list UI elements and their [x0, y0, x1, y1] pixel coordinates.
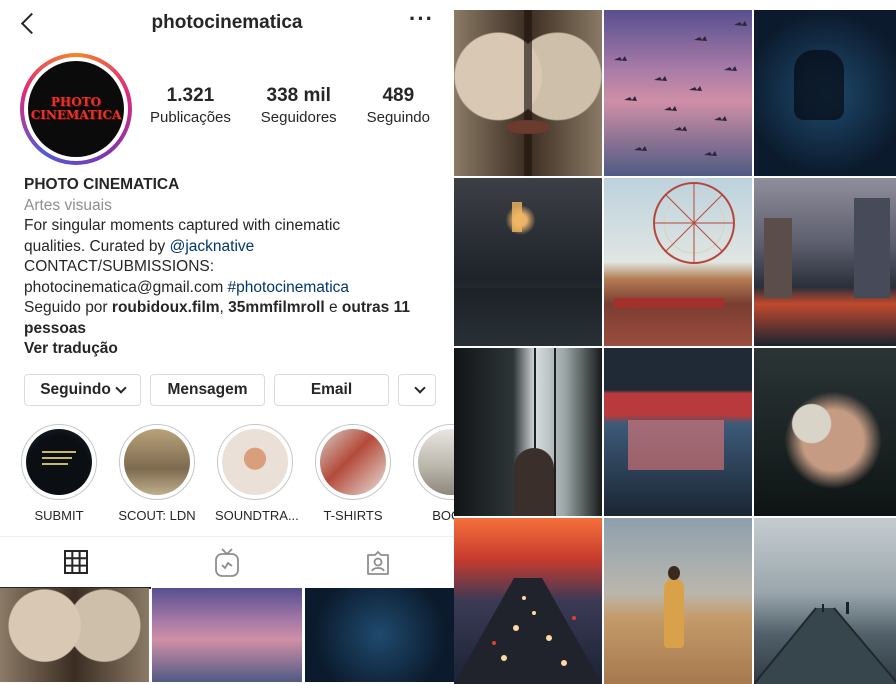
post-thumbnail[interactable] — [454, 348, 602, 516]
stat-followers[interactable]: 338 mil Seguidores — [261, 85, 337, 126]
more-options-icon[interactable]: ··· — [409, 6, 434, 32]
chevron-down-icon — [414, 382, 426, 394]
tagged-icon — [366, 551, 389, 575]
profile-tabs — [0, 536, 454, 589]
highlight-scout-ldn[interactable]: SCOUT: LDN — [117, 424, 197, 523]
post-thumbnail[interactable] — [0, 588, 150, 682]
highlight-cover — [222, 429, 288, 495]
post-thumbnail[interactable] — [304, 588, 454, 682]
mention-link[interactable]: @jacknative — [170, 238, 255, 255]
profile-posts-preview — [0, 588, 454, 682]
stat-posts-label: Publicações — [150, 109, 231, 126]
post-thumbnail[interactable] — [754, 10, 896, 176]
top-bar: photocinematica ··· — [0, 0, 454, 48]
stat-posts[interactable]: 1.321 Publicações — [150, 85, 231, 126]
post-thumbnail[interactable] — [754, 518, 896, 684]
stat-posts-value: 1.321 — [166, 85, 215, 106]
post-thumbnail[interactable] — [604, 178, 752, 346]
avatar: PHOTO CINEMATICA — [28, 61, 124, 157]
grid-icon — [63, 550, 88, 574]
followed-by[interactable]: Seguido por roubidoux.film, 35mmfilmroll… — [24, 298, 444, 339]
post-thumbnail[interactable] — [152, 588, 302, 682]
profile-username: photocinematica — [151, 12, 303, 33]
profile-stats: 1.321 Publicações 338 mil Seguidores 489… — [150, 85, 430, 126]
highlight-label: SCOUT: LDN — [118, 508, 196, 523]
highlight-label: SOUNDTRA... — [215, 508, 299, 523]
highlight-soundtrack[interactable]: SOUNDTRA... — [215, 424, 299, 523]
post-thumbnail[interactable] — [454, 178, 602, 346]
birds-graphic — [614, 21, 747, 156]
tab-posts-grid[interactable] — [0, 537, 151, 589]
highlight-label: T-SHIRTS — [323, 508, 383, 523]
stat-following[interactable]: 489 Seguindo — [367, 85, 430, 126]
profile-category: Artes visuais — [24, 196, 112, 214]
avatar-story-ring[interactable]: PHOTO CINEMATICA — [20, 53, 132, 165]
post-thumbnail[interactable] — [454, 518, 602, 684]
profile-bio: PHOTO CINEMATICA Artes visuais For singu… — [24, 175, 444, 360]
bio-line: qualities. Curated by @jacknative — [24, 237, 255, 255]
posts-grid — [454, 10, 896, 684]
tab-igtv[interactable] — [151, 537, 302, 589]
post-thumbnail[interactable] — [604, 10, 752, 176]
chevron-down-icon — [115, 382, 127, 394]
suggested-accounts-button[interactable] — [398, 374, 436, 406]
bio-line: photocinematica@gmail.com #photocinemati… — [24, 278, 444, 299]
highlight-cover — [320, 429, 386, 495]
message-button[interactable]: Mensagem — [150, 374, 265, 406]
profile-action-buttons: Seguindo Mensagem Email — [24, 374, 436, 406]
story-highlights: SUBMIT SCOUT: LDN SOUNDTRA... T-SHIRTS B… — [0, 424, 454, 524]
post-thumbnail[interactable] — [604, 348, 752, 516]
stat-followers-value: 338 mil — [266, 85, 331, 106]
following-button[interactable]: Seguindo — [24, 374, 141, 406]
profile-display-name: PHOTO CINEMATICA — [24, 176, 180, 193]
highlight-cover — [418, 429, 454, 495]
bio-line: For singular moments captured with cinem… — [24, 217, 341, 234]
post-thumbnail[interactable] — [754, 178, 896, 346]
highlight-cover — [26, 429, 92, 495]
post-thumbnail[interactable] — [454, 10, 602, 176]
igtv-icon — [214, 548, 239, 577]
post-thumbnail[interactable] — [754, 348, 896, 516]
stat-following-value: 489 — [382, 85, 415, 106]
contact-email: photocinematica@gmail.com — [24, 278, 228, 296]
highlight-cover — [124, 429, 190, 495]
avatar-logo-line2: CINEMATICA — [30, 108, 122, 122]
highlight-submit[interactable]: SUBMIT — [19, 424, 99, 523]
hashtag-link[interactable]: #photocinematica — [228, 279, 350, 296]
highlight-label: BOOK — [432, 508, 454, 523]
profile-panel: photocinematica ··· PHOTO CINEMATICA 1.3… — [0, 0, 454, 682]
highlight-book[interactable]: BOOK — [411, 424, 454, 523]
highway-graphic — [454, 578, 602, 684]
stat-following-label: Seguindo — [366, 109, 430, 126]
tab-tagged[interactable] — [302, 537, 453, 589]
bio-line: CONTACT/SUBMISSIONS: — [24, 258, 215, 275]
highlight-label: SUBMIT — [34, 508, 84, 523]
ferris-wheel-graphic — [614, 182, 735, 308]
post-thumbnail[interactable] — [604, 518, 752, 684]
highlight-t-shirts[interactable]: T-SHIRTS — [313, 424, 393, 523]
see-translation-link[interactable]: Ver tradução — [24, 339, 444, 360]
pier-graphic — [754, 602, 896, 684]
email-button[interactable]: Email — [274, 374, 389, 406]
stat-followers-label: Seguidores — [260, 109, 337, 126]
